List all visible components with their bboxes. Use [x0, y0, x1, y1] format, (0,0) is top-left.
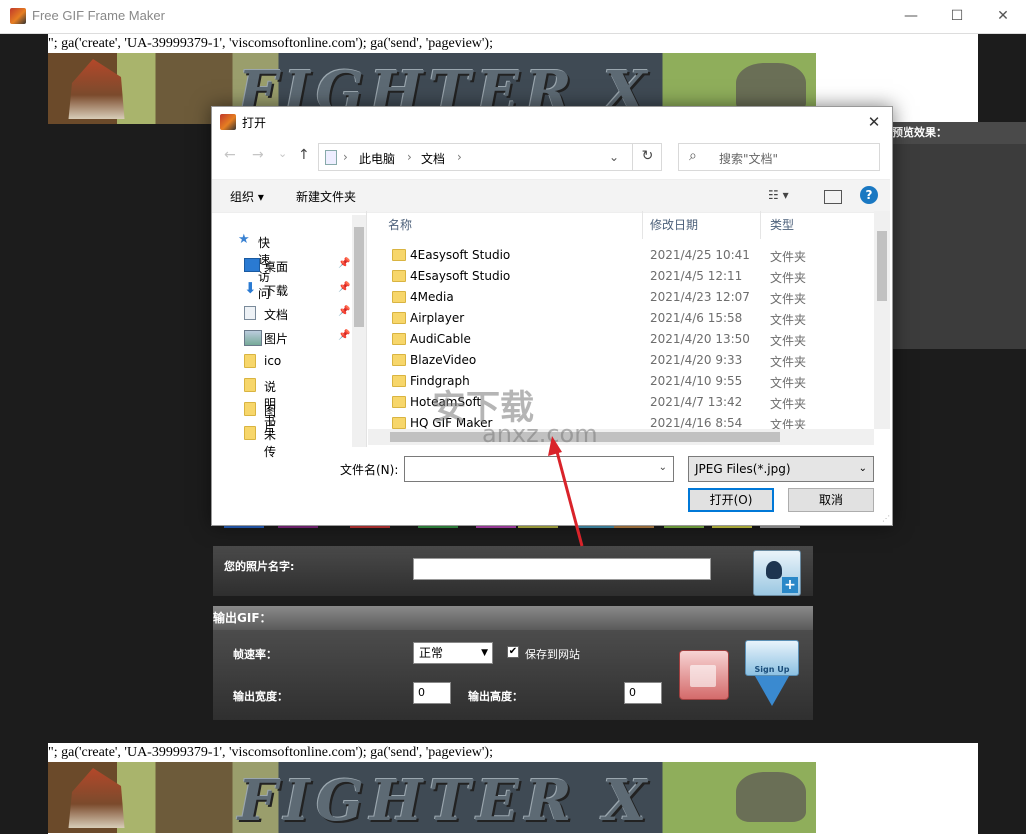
annotation-arrow: [548, 436, 584, 547]
